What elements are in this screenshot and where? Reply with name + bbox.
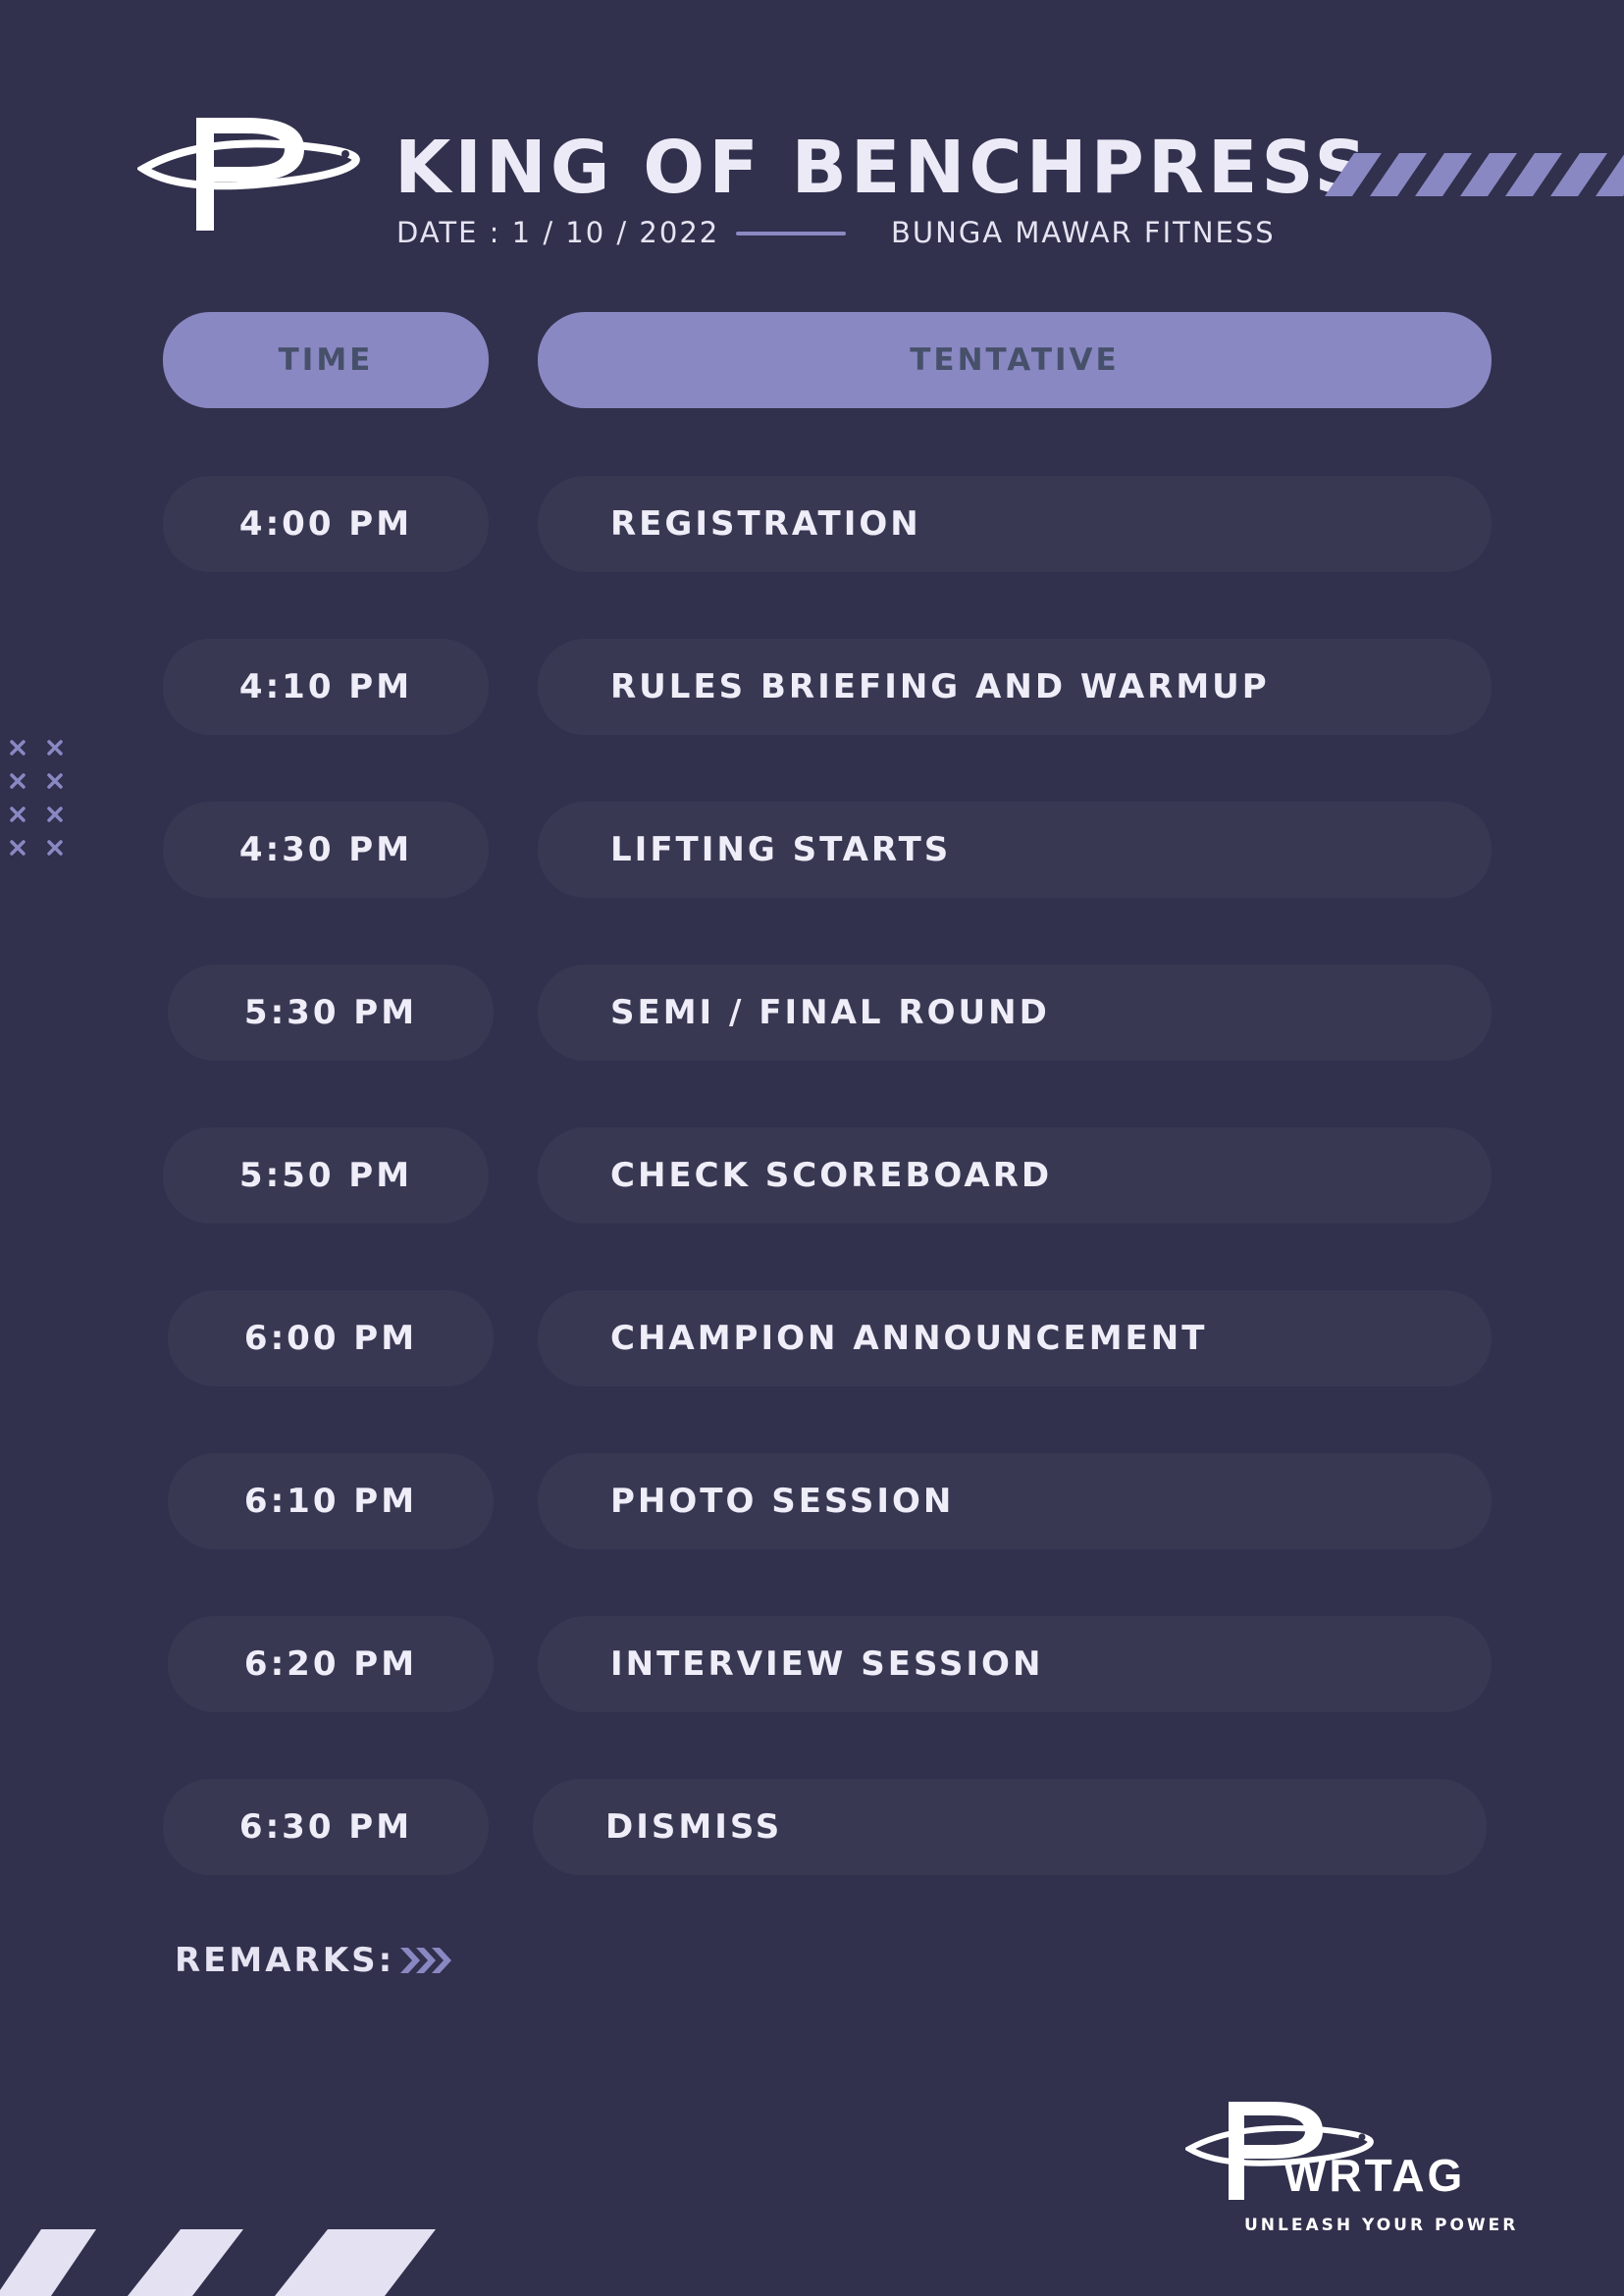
row-activity: REGISTRATION bbox=[538, 476, 1492, 572]
decorative-stripes-icon bbox=[0, 2229, 436, 2296]
row-activity: DISMISS bbox=[533, 1779, 1487, 1875]
row-activity: SEMI / FINAL ROUND bbox=[538, 965, 1492, 1061]
row-activity: CHAMPION ANNOUNCEMENT bbox=[538, 1290, 1492, 1386]
event-date: DATE : 1 / 10 / 2022 bbox=[396, 216, 720, 249]
remarks-text: REMARKS: bbox=[175, 1941, 395, 1980]
row-time: 6:20 PM bbox=[168, 1616, 494, 1712]
brand-tagline: UNLEASH YOUR POWER bbox=[1244, 2216, 1519, 2235]
row-time: 5:30 PM bbox=[168, 965, 494, 1061]
decorative-stripes-icon bbox=[1325, 153, 1624, 196]
row-time: 4:10 PM bbox=[163, 639, 489, 735]
row-time: 4:00 PM bbox=[163, 476, 489, 572]
event-venue: BUNGA MAWAR FITNESS bbox=[891, 216, 1276, 249]
row-time: 6:30 PM bbox=[163, 1779, 489, 1875]
row-time: 5:50 PM bbox=[163, 1127, 489, 1224]
row-activity: INTERVIEW SESSION bbox=[538, 1616, 1492, 1712]
pwrtag-logo-icon bbox=[137, 118, 360, 231]
header-divider bbox=[736, 232, 846, 235]
time-column-header: TIME bbox=[163, 312, 489, 408]
row-time: 4:30 PM bbox=[163, 802, 489, 898]
row-activity: PHOTO SESSION bbox=[538, 1453, 1492, 1549]
chevrons-right-icon bbox=[400, 1948, 452, 1973]
remarks-label: REMARKS: bbox=[175, 1941, 453, 1980]
brand-logo: WRTAG UNLEASH YOUR POWER bbox=[1185, 2098, 1515, 2235]
row-activity: RULES BRIEFING AND WARMUP bbox=[538, 639, 1492, 735]
row-time: 6:10 PM bbox=[168, 1453, 494, 1549]
row-time: 6:00 PM bbox=[168, 1290, 494, 1386]
row-activity: LIFTING STARTS bbox=[538, 802, 1492, 898]
brand-wordmark: WRTAG bbox=[1283, 2150, 1466, 2201]
event-title: KING OF BENCHPRESS bbox=[394, 126, 1371, 210]
row-activity: CHECK SCOREBOARD bbox=[538, 1127, 1492, 1224]
tentative-column-header: TENTATIVE bbox=[538, 312, 1492, 408]
decorative-cross-pattern-icon bbox=[10, 740, 63, 856]
